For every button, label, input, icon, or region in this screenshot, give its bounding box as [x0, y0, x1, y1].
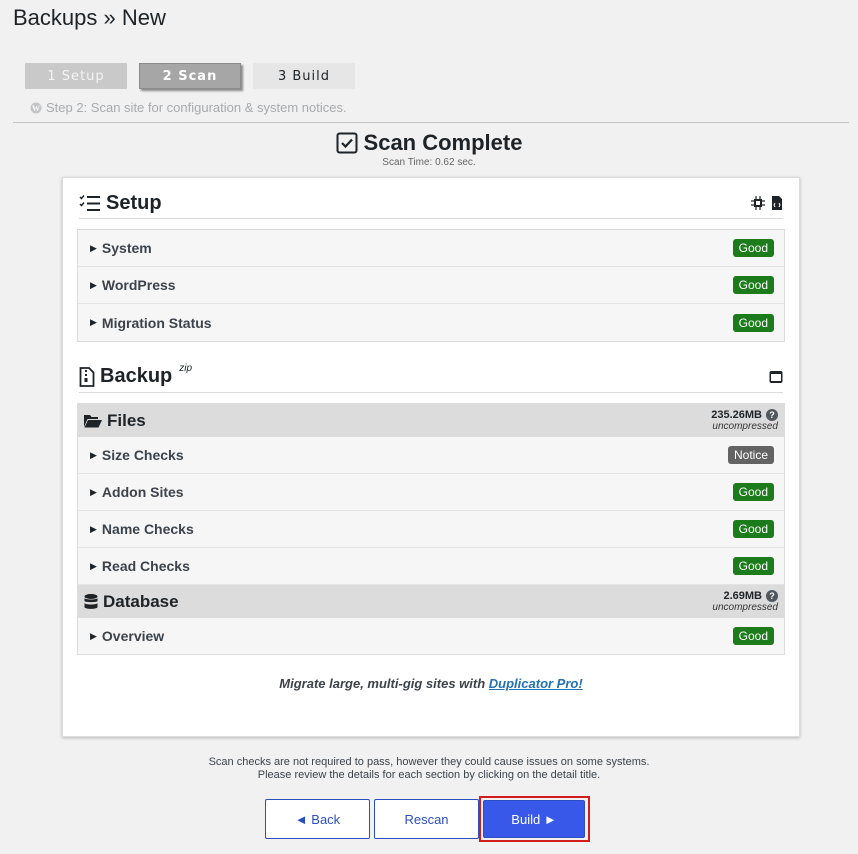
- check-read-checks[interactable]: ▶ Read Checks Good: [78, 548, 784, 585]
- step-build: 3 Build: [253, 63, 355, 89]
- database-size-note: uncompressed: [712, 601, 778, 613]
- check-label: Read Checks: [101, 558, 190, 574]
- chip-icon[interactable]: [751, 196, 765, 210]
- database-group-header: Database 2.69MB? uncompressed: [78, 585, 784, 618]
- caret-right-icon: ▶: [90, 560, 97, 571]
- step-description: W Step 2: Scan site for configuration & …: [30, 100, 347, 115]
- caret-right-icon: ▶: [90, 630, 97, 641]
- duplicator-pro-link[interactable]: Duplicator Pro!: [489, 676, 583, 691]
- setup-checks: ▶ System Good ▶ WordPress Good ▶ Migrati…: [77, 229, 785, 342]
- status-badge: Good: [732, 520, 774, 538]
- backup-checks: Files 235.26MB? uncompressed ▶ Size Chec…: [77, 403, 785, 655]
- backup-section-header: Backup zip: [79, 361, 783, 393]
- wordpress-icon: W: [30, 102, 42, 113]
- status-badge: Good: [732, 313, 774, 332]
- scan-header: Scan Complete Scan Time: 0.62 sec.: [0, 130, 858, 168]
- help-icon[interactable]: ?: [766, 589, 778, 602]
- caret-right-icon: ▶: [90, 486, 97, 497]
- status-badge: Good: [732, 483, 774, 501]
- backup-title: Backup: [100, 365, 173, 387]
- page-title: Backups » New: [13, 5, 166, 30]
- status-badge: Good: [732, 239, 774, 257]
- step-scan: 2 Scan: [139, 63, 241, 89]
- files-size: 235.26MB: [711, 408, 762, 421]
- files-size-note: uncompressed: [712, 420, 778, 432]
- scan-title: Scan Complete: [363, 130, 523, 155]
- database-icon: [84, 593, 98, 609]
- promo-text: Migrate large, multi-gig sites with Dupl…: [279, 676, 583, 691]
- scan-time: Scan Time: 0.62 sec.: [382, 157, 476, 168]
- caret-right-icon: ▶: [90, 449, 97, 460]
- scan-footnote: Scan checks are not required to pass, ho…: [208, 756, 650, 781]
- database-title: Database: [103, 591, 179, 611]
- window-icon[interactable]: [769, 370, 783, 384]
- status-badge: Notice: [727, 446, 774, 464]
- caret-right-icon: ▶: [90, 279, 97, 290]
- check-label: Migration Status: [101, 314, 212, 331]
- caret-right-icon: ▶: [90, 242, 97, 253]
- check-label: Name Checks: [101, 521, 194, 537]
- folder-open-icon: [84, 414, 102, 427]
- check-label: WordPress: [101, 277, 176, 293]
- wizard-steps: 1 Setup 2 Scan 3 Build: [25, 63, 355, 89]
- file-zip-icon: [79, 366, 95, 387]
- caret-right-icon: ▶: [90, 317, 97, 327]
- check-addon-sites[interactable]: ▶ Addon Sites Good: [78, 474, 784, 511]
- checkbox-checked-icon: [336, 132, 358, 154]
- backup-format: zip: [179, 363, 193, 374]
- check-label: Addon Sites: [101, 484, 184, 500]
- step-setup: 1 Setup: [25, 63, 127, 89]
- rescan-button[interactable]: Rescan: [374, 799, 479, 839]
- check-overview[interactable]: ▶ Overview Good: [78, 618, 784, 654]
- check-label: Overview: [101, 628, 165, 644]
- check-system[interactable]: ▶ System Good: [78, 230, 784, 267]
- check-label: System: [101, 240, 152, 256]
- files-group-header: Files 235.26MB? uncompressed: [78, 404, 784, 437]
- check-size-checks[interactable]: ▶ Size Checks Notice: [78, 437, 784, 474]
- scan-results-panel: Setup ▶ System Good ▶ WordPress Good ▶ M…: [62, 177, 800, 737]
- help-icon[interactable]: ?: [766, 408, 778, 421]
- setup-title: Setup: [106, 191, 162, 214]
- check-wordpress[interactable]: ▶ WordPress Good: [78, 267, 784, 304]
- svg-text:W: W: [32, 104, 40, 113]
- database-size: 2.69MB: [723, 589, 762, 602]
- divider: [13, 122, 849, 123]
- step-description-text: Step 2: Scan site for configuration & sy…: [46, 100, 347, 115]
- check-migration-status[interactable]: ▶ Migration Status Good: [78, 304, 784, 341]
- caret-right-icon: ▶: [90, 523, 97, 534]
- build-button[interactable]: Build ►: [483, 800, 585, 838]
- back-button[interactable]: ◄ Back: [265, 799, 370, 839]
- check-name-checks[interactable]: ▶ Name Checks Good: [78, 511, 784, 548]
- status-badge: Good: [732, 627, 774, 645]
- status-badge: Good: [732, 557, 774, 575]
- setup-section-header: Setup: [79, 188, 783, 219]
- check-label: Size Checks: [101, 447, 184, 463]
- file-code-icon[interactable]: [771, 196, 783, 210]
- files-title: Files: [107, 410, 146, 430]
- checklist-icon: [79, 195, 100, 211]
- status-badge: Good: [732, 276, 774, 294]
